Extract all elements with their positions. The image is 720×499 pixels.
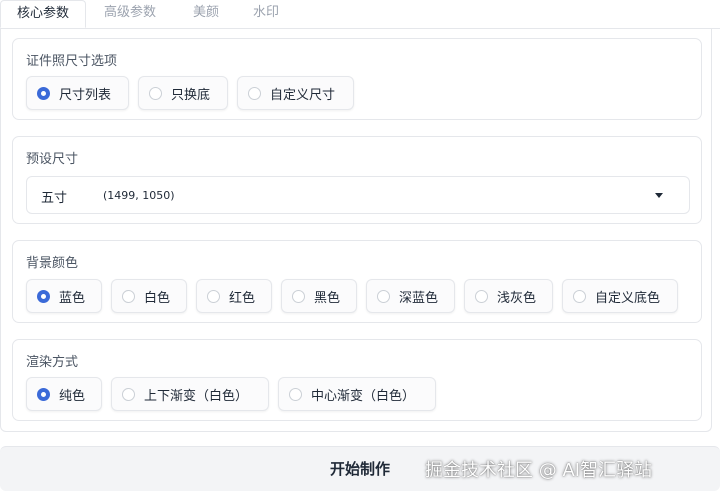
radio-label: 纯色 — [59, 388, 86, 404]
radio-color-dark-blue[interactable]: 深蓝色 — [366, 279, 455, 313]
radio-color-black[interactable]: 黑色 — [281, 279, 357, 313]
select-dimensions: (1499, 1050) — [103, 189, 175, 202]
radio-unchecked-icon — [292, 289, 305, 303]
group-title-render-mode: 渲染方式 — [26, 355, 79, 370]
radio-color-light-gray[interactable]: 浅灰色 — [464, 279, 553, 313]
preset-size-select[interactable]: 五寸 (1499, 1050) — [26, 176, 690, 214]
radio-unchecked-icon — [122, 289, 135, 303]
tab-advanced-params[interactable]: 高级参数 — [92, 0, 168, 28]
select-value: 五寸 — [41, 191, 68, 206]
radio-label: 浅灰色 — [497, 290, 537, 306]
radio-custom-size[interactable]: 自定义尺寸 — [237, 76, 354, 110]
radio-label: 深蓝色 — [399, 290, 439, 306]
preset-size-group: 预设尺寸 五寸 (1499, 1050) — [12, 136, 702, 224]
tab-beauty[interactable]: 美颜 — [180, 0, 232, 28]
watermark-overlay: 掘金技术社区 @ AI智汇驿站 — [425, 460, 653, 481]
tab-watermark[interactable]: 水印 — [240, 0, 292, 28]
radio-size-list[interactable]: 尺寸列表 — [26, 76, 129, 110]
radio-render-center-gradient[interactable]: 中心渐变（白色） — [278, 377, 436, 411]
caret-down-icon — [655, 193, 663, 198]
group-title-preset-size: 预设尺寸 — [26, 152, 79, 167]
group-title-photo-size: 证件照尺寸选项 — [26, 54, 118, 69]
radio-label: 自定义尺寸 — [270, 87, 336, 103]
tab-bar: 核心参数 高级参数 美颜 水印 — [0, 0, 720, 29]
tab-core-params[interactable]: 核心参数 — [0, 0, 86, 28]
radio-label: 蓝色 — [59, 290, 86, 306]
radio-label: 自定义底色 — [595, 290, 661, 306]
radio-unchecked-icon — [149, 86, 162, 100]
radio-unchecked-icon — [289, 387, 302, 401]
radio-label: 红色 — [229, 290, 256, 306]
radio-color-custom[interactable]: 自定义底色 — [562, 279, 678, 313]
radio-label: 白色 — [144, 290, 171, 306]
radio-unchecked-icon — [207, 289, 220, 303]
radio-render-vertical-gradient[interactable]: 上下渐变（白色） — [111, 377, 269, 411]
radio-checked-icon — [37, 387, 50, 401]
radio-label: 中心渐变（白色） — [311, 388, 416, 404]
radio-color-white[interactable]: 白色 — [111, 279, 187, 313]
background-color-group: 背景颜色 蓝色 白色 红色 黑色 深蓝色 浅灰色 自定义底色 — [12, 240, 702, 323]
radio-checked-icon — [37, 289, 50, 303]
radio-unchecked-icon — [475, 289, 488, 303]
radio-unchecked-icon — [573, 289, 586, 303]
radio-label: 黑色 — [314, 290, 341, 306]
photo-size-options-group: 证件照尺寸选项 尺寸列表 只换底 自定义尺寸 — [12, 38, 702, 120]
group-title-background-color: 背景颜色 — [26, 256, 79, 271]
radio-unchecked-icon — [248, 86, 261, 100]
render-mode-group: 渲染方式 纯色 上下渐变（白色） 中心渐变（白色） — [12, 339, 702, 421]
start-button[interactable]: 开始制作 — [300, 447, 420, 491]
radio-label: 上下渐变（白色） — [144, 388, 249, 404]
radio-label: 尺寸列表 — [59, 87, 112, 103]
radio-checked-icon — [37, 86, 50, 100]
radio-color-red[interactable]: 红色 — [196, 279, 272, 313]
radio-change-bg-only[interactable]: 只换底 — [138, 76, 228, 110]
radio-render-solid[interactable]: 纯色 — [26, 377, 102, 411]
core-params-panel: 证件照尺寸选项 尺寸列表 只换底 自定义尺寸 预设尺寸 五寸 (1499, 10… — [0, 28, 712, 432]
radio-color-blue[interactable]: 蓝色 — [26, 279, 102, 313]
radio-unchecked-icon — [377, 289, 390, 303]
radio-unchecked-icon — [122, 387, 135, 401]
radio-label: 只换底 — [171, 87, 211, 103]
